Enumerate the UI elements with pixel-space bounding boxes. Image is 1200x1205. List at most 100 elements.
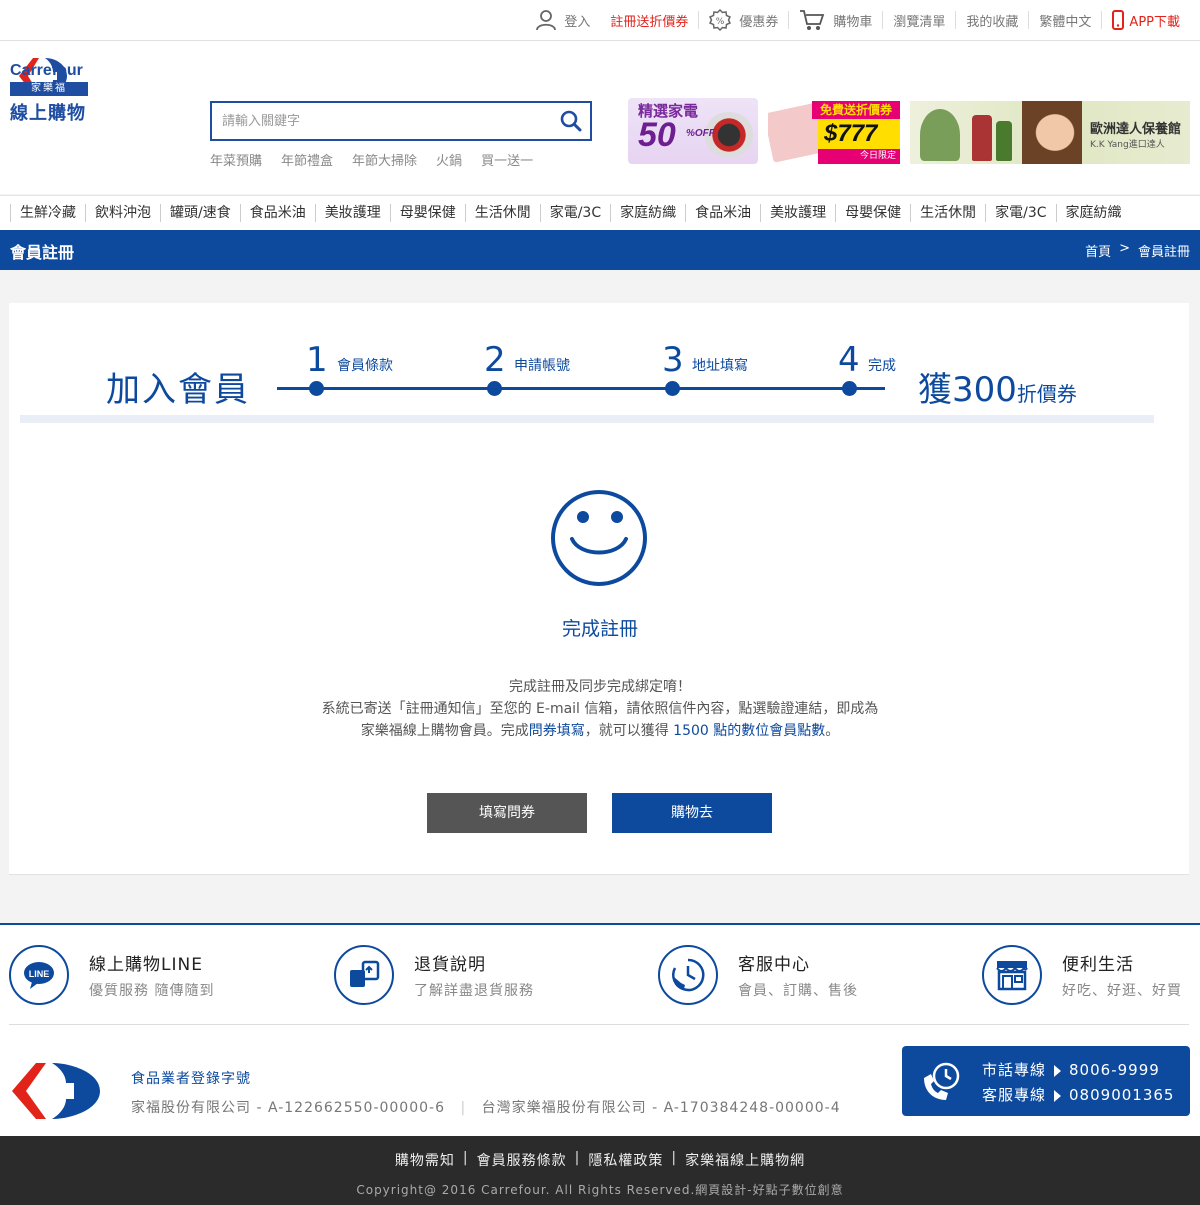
service-subtitle: 會員、訂購、售後 [738, 983, 858, 999]
message-line-3: 家樂福線上購物會員。完成問券填寫，就可以獲得 1500 點的數位會員點數。 [0, 720, 1200, 742]
hot-keyword[interactable]: 年節大掃除 [352, 150, 417, 169]
message-text: 。 [825, 723, 840, 739]
coupon-badge-icon: % [709, 9, 732, 31]
cart-label: 購物車 [833, 14, 873, 30]
step-label: 地址填寫 [692, 358, 748, 374]
favorites-link[interactable]: 我的收藏 [955, 11, 1028, 30]
page-title-bar: 會員註冊 首頁 > 會員註冊 [0, 230, 1200, 270]
go-shopping-button[interactable]: 購物去 [612, 793, 772, 833]
top-links: 登入 註冊送折價券 % 優惠券 購物車 瀏覽清單 我的收藏 繁體中文 APP下載 [526, 0, 1190, 40]
nav-item[interactable]: 美妝護理 [760, 204, 835, 222]
nav-item[interactable]: 食品米油 [239, 204, 315, 222]
nav-item[interactable]: 母嬰保健 [389, 204, 465, 222]
nav-item[interactable]: 罐頭/速食 [160, 204, 240, 222]
hot-keyword[interactable]: 年節禮盒 [281, 150, 333, 169]
footer-link-shopping-info[interactable]: 購物需知 [395, 1150, 455, 1170]
footer-divider [9, 1024, 1189, 1025]
user-icon [536, 10, 557, 31]
message-line-2: 系統已寄送「註冊通知信」至您的 E-mail 信箱，請依照信件內容，點選驗證連結… [321, 701, 879, 717]
hot-keyword[interactable]: 買一送一 [481, 150, 533, 169]
hot-keyword[interactable]: 火鍋 [436, 150, 462, 169]
triangle-right-icon [1054, 1089, 1062, 1102]
search-input[interactable] [212, 103, 542, 139]
progress-line [277, 387, 885, 390]
service-title: 客服中心 [738, 955, 810, 975]
hotline-number: 8006-9999 [1069, 1061, 1160, 1079]
app-download-link[interactable]: APP下載 [1101, 10, 1190, 30]
link-separator: | [462, 1150, 469, 1166]
breadcrumb-separator: > [1119, 241, 1130, 256]
service-subtitle: 優質服務 隨傳隨到 [89, 983, 215, 999]
nav-item[interactable]: 生活休閒 [464, 204, 540, 222]
footer-link-terms[interactable]: 會員服務條款 [477, 1150, 567, 1170]
nav-item[interactable]: 家庭紡織 [610, 204, 685, 222]
nav-item[interactable]: 生鮮冷藏 [10, 204, 85, 222]
login-link[interactable]: 登入 [526, 10, 600, 31]
copyright-bar: 購物需知 | 會員服務條款 | 隱私權政策 | 家樂福線上購物網 Copyright@… [0, 1136, 1200, 1205]
breadcrumb-current: 會員註冊 [1137, 245, 1190, 260]
banner3-subtitle: K.K Yang進口達人 [1090, 140, 1165, 150]
banner-skincare[interactable]: 歐洲達人保養館 K.K Yang進口達人 [910, 101, 1190, 164]
service-title: 退貨說明 [414, 955, 486, 975]
triangle-right-icon [1054, 1064, 1062, 1077]
reward-suffix: 折價券 [1016, 382, 1077, 406]
mobile-phone-icon [1112, 10, 1125, 30]
message-text: ，就可以獲得 [584, 723, 674, 739]
breadcrumb: 首頁 > 會員註冊 [1085, 241, 1190, 260]
points-highlight: 1500 點的數位會員點數 [673, 723, 826, 739]
service-subtitle: 好吃、好逛、好買 [1062, 983, 1182, 999]
divider-bar [20, 415, 1154, 423]
service-return[interactable]: 退貨說明 了解詳盡退貨服務 [334, 945, 534, 1005]
browse-list-link[interactable]: 瀏覽清單 [882, 11, 955, 30]
logo-brand: Carrefour [10, 62, 83, 79]
service-clock-icon [658, 945, 718, 1005]
nav-item[interactable]: 家電/3C [985, 204, 1055, 222]
hot-keywords: 年菜預購 年節禮盒 年節大掃除 火鍋 買一送一 [210, 150, 533, 169]
banner-appliance-sale[interactable]: 精選家電 50 %OFF [628, 98, 758, 164]
nav-item[interactable]: 食品米油 [685, 204, 760, 222]
nav-item[interactable]: 母嬰保健 [835, 204, 910, 222]
nav-item[interactable]: 家庭紡織 [1055, 204, 1131, 222]
footer-link-site[interactable]: 家樂福線上購物網 [685, 1150, 805, 1170]
nav-item[interactable]: 飲料沖泡 [85, 204, 160, 222]
step-dot [665, 381, 680, 396]
plant-image [920, 109, 960, 161]
favorites-label: 我的收藏 [966, 14, 1019, 30]
license-numbers: 家福股份有限公司 - A-122662550-00000-6 | 台灣家樂福股份… [131, 1097, 841, 1117]
register-promo-link[interactable]: 註冊送折價券 [600, 11, 698, 30]
nav-item[interactable]: 美妝護理 [314, 204, 390, 222]
step-dot [309, 381, 324, 396]
survey-link[interactable]: 問券填寫 [529, 723, 585, 739]
nav-item[interactable]: 家電/3C [539, 204, 610, 222]
bottle-image [972, 115, 992, 161]
service-convenience[interactable]: 便利生活 好吃、好逛、好買 [982, 945, 1182, 1005]
cart-icon [800, 10, 825, 30]
coupons-link[interactable]: % 優惠券 [698, 9, 788, 31]
step-dot [487, 381, 502, 396]
nav-item[interactable]: 生活休閒 [910, 204, 985, 222]
banner2-bottom: 今日限定 [818, 149, 900, 164]
search-icon[interactable] [560, 110, 582, 132]
hotline-row[interactable]: 客服專線 0809001365 [982, 1083, 1174, 1108]
bottle-image [996, 121, 1012, 161]
hotline-row[interactable]: 市話專線 8006-9999 [982, 1058, 1174, 1083]
top-bar: 登入 註冊送折價券 % 優惠券 購物車 瀏覽清單 我的收藏 繁體中文 APP下載 [0, 0, 1200, 41]
hotline-rows: 市話專線 8006-9999 客服專線 0809001365 [982, 1058, 1174, 1108]
reward-amount: 300 [952, 370, 1017, 410]
banner2-amount: $777 [818, 119, 900, 149]
message-line-1: 完成註冊及同步完成綁定唷！ [509, 679, 691, 695]
step-label: 完成 [868, 358, 896, 374]
hot-keyword[interactable]: 年菜預購 [210, 150, 262, 169]
hotline-label: 市話專線 [982, 1061, 1047, 1079]
link-separator: | [671, 1150, 678, 1166]
cart-link[interactable]: 購物車 [788, 10, 882, 30]
breadcrumb-home[interactable]: 首頁 [1085, 241, 1111, 260]
service-center[interactable]: 客服中心會員、訂購、售後 [658, 945, 858, 1005]
service-line[interactable]: LINE 線上購物LINE 優質服務 隨傳隨到 [9, 945, 214, 1005]
language-link[interactable]: 繁體中文 [1028, 11, 1101, 30]
app-download-label: APP下載 [1129, 14, 1180, 30]
footer-link-privacy[interactable]: 隱私權政策 [588, 1150, 663, 1170]
fill-survey-button[interactable]: 填寫問券 [427, 793, 587, 833]
register-promo-label: 註冊送折價券 [610, 14, 689, 30]
banner-free-coupon[interactable]: 免費送折價券 $777 今日限定 [768, 101, 900, 164]
